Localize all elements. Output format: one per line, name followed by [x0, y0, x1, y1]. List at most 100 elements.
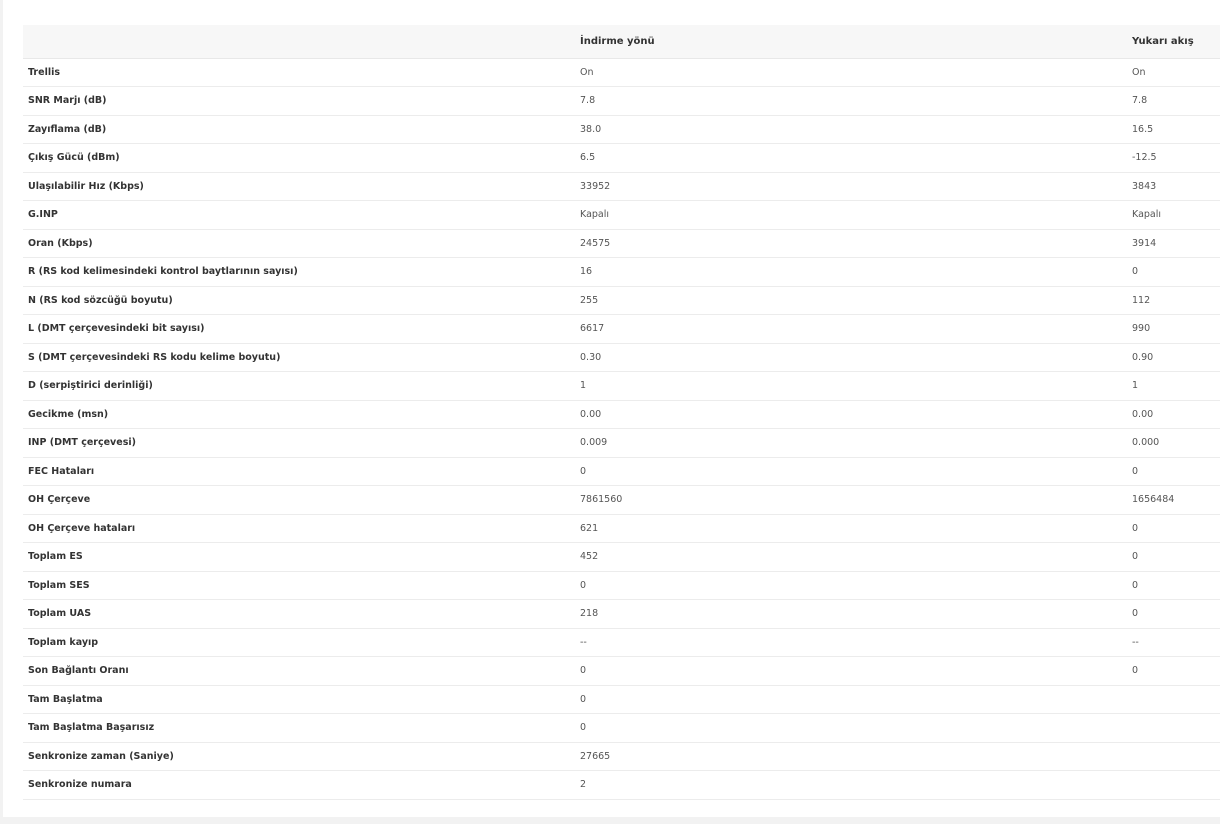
header-parameter [23, 25, 575, 59]
downstream-value: 0 [575, 571, 1127, 600]
row-label: Oran (Kbps) [23, 229, 575, 258]
table-row: Ulaşılabilir Hız (Kbps) 33952 3843 [23, 172, 1220, 201]
row-label: Senkronize zaman (Saniye) [23, 742, 575, 771]
downstream-value: 218 [575, 599, 1127, 629]
table-row: OH Çerçeve hataları 621 0 [23, 514, 1220, 543]
table-row: D (serpiştirici derinliği) 1 1 [23, 371, 1220, 401]
upstream-value: 0 [1127, 542, 1220, 572]
upstream-value: 0 [1127, 656, 1220, 686]
dsl-statistics-panel: İndirme yönü Yukarı akış Trellis On On SNR … [3, 0, 1220, 817]
upstream-value: Kapalı [1127, 200, 1220, 230]
downstream-value: Kapalı [575, 200, 1127, 230]
upstream-value: 1656484 [1127, 485, 1220, 515]
upstream-value: 16.5 [1127, 115, 1220, 144]
table-row: Trellis On On [23, 58, 1220, 87]
row-label: L (DMT çerçevesindeki bit sayısı) [23, 314, 575, 344]
table-row: Gecikme (msn) 0.00 0.00 [23, 400, 1220, 429]
dsl-statistics-table: İndirme yönü Yukarı akış Trellis On On SNR … [23, 25, 1220, 800]
row-label: D (serpiştirici derinliği) [23, 371, 575, 401]
downstream-value: 38.0 [575, 115, 1127, 144]
table-body: Trellis On On SNR Marjı (dB) 7.8 7.8 Zayıflama… [23, 58, 1220, 800]
table-row: G.INP Kapalı Kapalı [23, 200, 1220, 230]
downstream-value: 0.00 [575, 400, 1127, 429]
downstream-value: 24575 [575, 229, 1127, 258]
row-label: Toplam ES [23, 542, 575, 572]
row-label: Toplam kayıp [23, 628, 575, 657]
upstream-value: On [1127, 58, 1220, 87]
table-row: FEC Hataları 0 0 [23, 457, 1220, 486]
header-downstream: İndirme yönü [575, 25, 1127, 59]
row-label: Trellis [23, 58, 575, 87]
upstream-value: 0.000 [1127, 428, 1220, 458]
downstream-value: 255 [575, 286, 1127, 315]
downstream-value: 0.009 [575, 428, 1127, 458]
row-label: Toplam SES [23, 571, 575, 600]
upstream-value: 0.00 [1127, 400, 1220, 429]
upstream-value: 0 [1127, 257, 1220, 287]
row-label: G.INP [23, 200, 575, 230]
row-label: Toplam UAS [23, 599, 575, 629]
upstream-value [1127, 713, 1220, 743]
upstream-value: 0 [1127, 599, 1220, 629]
upstream-value: 1 [1127, 371, 1220, 401]
upstream-value: -12.5 [1127, 143, 1220, 173]
table-row: Senkronize zaman (Saniye) 27665 [23, 742, 1220, 771]
row-label: Gecikme (msn) [23, 400, 575, 429]
downstream-value: 33952 [575, 172, 1127, 201]
row-label: Zayıflama (dB) [23, 115, 575, 144]
table-header-row: İndirme yönü Yukarı akış [23, 25, 1220, 59]
upstream-value: 0 [1127, 457, 1220, 486]
table-row: Oran (Kbps) 24575 3914 [23, 229, 1220, 258]
upstream-value: 0 [1127, 571, 1220, 600]
upstream-value: 7.8 [1127, 86, 1220, 116]
table-row: INP (DMT çerçevesi) 0.009 0.000 [23, 428, 1220, 458]
table-row: Toplam ES 452 0 [23, 542, 1220, 572]
row-label: R (RS kod kelimesindeki kontrol baytları… [23, 257, 575, 287]
downstream-value: 2 [575, 770, 1127, 800]
row-label: INP (DMT çerçevesi) [23, 428, 575, 458]
table-row: Toplam UAS 218 0 [23, 599, 1220, 629]
downstream-value: 0.30 [575, 343, 1127, 372]
upstream-value [1127, 742, 1220, 771]
table-row: Son Bağlantı Oranı 0 0 [23, 656, 1220, 686]
upstream-value [1127, 685, 1220, 714]
table-row: S (DMT çerçevesindeki RS kodu kelime boy… [23, 343, 1220, 372]
row-label: Çıkış Gücü (dBm) [23, 143, 575, 173]
row-label: Senkronize numara [23, 770, 575, 800]
downstream-value: 16 [575, 257, 1127, 287]
header-upstream: Yukarı akış [1127, 25, 1220, 59]
downstream-value: 452 [575, 542, 1127, 572]
downstream-value: 1 [575, 371, 1127, 401]
downstream-value: On [575, 58, 1127, 87]
row-label: Tam Başlatma Başarısız [23, 713, 575, 743]
table-row: Zayıflama (dB) 38.0 16.5 [23, 115, 1220, 144]
downstream-value: 621 [575, 514, 1127, 543]
row-label: OH Çerçeve hataları [23, 514, 575, 543]
downstream-value: 0 [575, 656, 1127, 686]
upstream-value: 3843 [1127, 172, 1220, 201]
downstream-value: 0 [575, 457, 1127, 486]
downstream-value: 7861560 [575, 485, 1127, 515]
upstream-value: 112 [1127, 286, 1220, 315]
table-row: Toplam kayıp -- -- [23, 628, 1220, 657]
table-row: R (RS kod kelimesindeki kontrol baytları… [23, 257, 1220, 287]
upstream-value: 3914 [1127, 229, 1220, 258]
table-row: L (DMT çerçevesindeki bit sayısı) 6617 990 [23, 314, 1220, 344]
table-row: Toplam SES 0 0 [23, 571, 1220, 600]
table-row: Senkronize numara 2 [23, 770, 1220, 800]
row-label: OH Çerçeve [23, 485, 575, 515]
upstream-value [1127, 770, 1220, 800]
downstream-value: 7.8 [575, 86, 1127, 116]
downstream-value: 0 [575, 685, 1127, 714]
row-label: Ulaşılabilir Hız (Kbps) [23, 172, 575, 201]
table-row: Tam Başlatma 0 [23, 685, 1220, 714]
upstream-value: 0 [1127, 514, 1220, 543]
downstream-value: -- [575, 628, 1127, 657]
row-label: N (RS kod sözcüğü boyutu) [23, 286, 575, 315]
upstream-value: -- [1127, 628, 1220, 657]
upstream-value: 0.90 [1127, 343, 1220, 372]
row-label: Tam Başlatma [23, 685, 575, 714]
table-row: SNR Marjı (dB) 7.8 7.8 [23, 86, 1220, 116]
downstream-value: 27665 [575, 742, 1127, 771]
row-label: SNR Marjı (dB) [23, 86, 575, 116]
